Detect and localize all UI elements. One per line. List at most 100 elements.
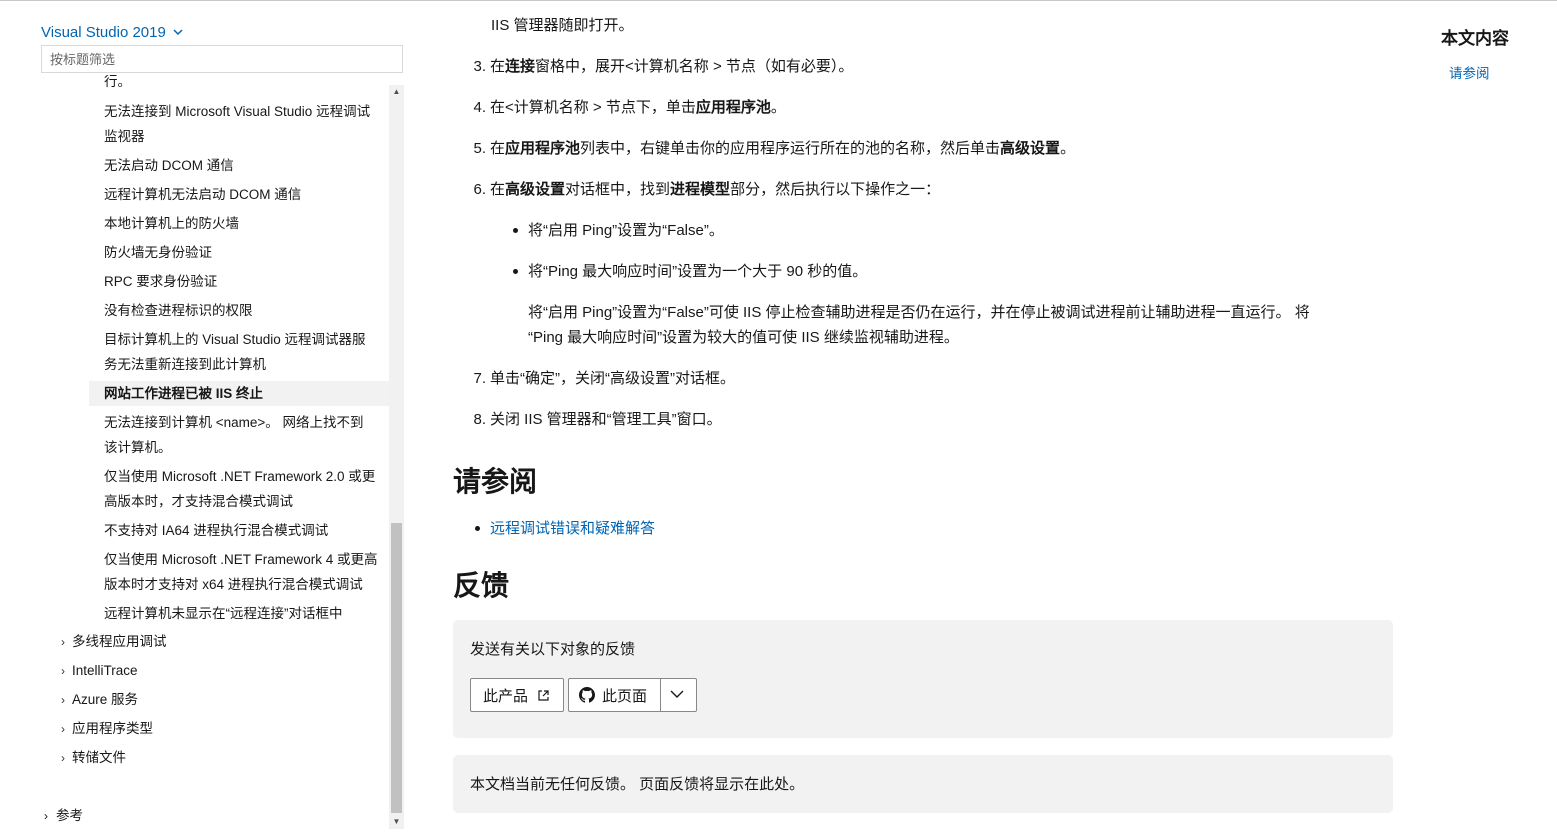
toc-item-partial: 行。 — [104, 75, 131, 89]
step-number: 6. — [473, 181, 486, 198]
chevron-down-icon — [173, 27, 183, 39]
intro-line: IIS 管理器随即打开。 — [491, 17, 634, 34]
toc-item[interactable]: › IntelliTrace — [61, 658, 381, 684]
ui-term: 连接 — [505, 58, 536, 75]
bullet-dot — [475, 526, 480, 531]
step-number: 5. — [473, 140, 486, 157]
chevron-right-icon: › — [61, 664, 65, 678]
toc-item-label: 应用程序类型 — [72, 721, 153, 736]
toc-item[interactable]: 防火墙无身份验证 — [89, 240, 389, 265]
in-this-article: 本文内容 请参阅 — [1441, 27, 1551, 81]
scroll-thumb[interactable] — [391, 523, 402, 813]
step-text: 在 — [490, 181, 506, 198]
step-text: 在 — [490, 58, 506, 75]
toc-item-label: 参考 — [56, 808, 83, 823]
chevron-down-icon[interactable] — [670, 690, 684, 699]
step-text: 窗格中，展开<计算机名称 > 节点（如有必要）。 — [535, 58, 854, 75]
filter-by-title-input[interactable] — [41, 45, 403, 73]
step-text: 在<计算机名称 > 节点下，单击 — [490, 99, 696, 116]
in-this-article-link-see-also[interactable]: 请参阅 — [1449, 62, 1490, 82]
toc-item[interactable]: 网站工作进程已被 IIS 终止 — [89, 381, 389, 406]
external-link-icon — [538, 689, 549, 701]
scroll-down-arrow-icon[interactable]: ▼ — [389, 815, 404, 829]
note-line: “Ping 最大响应时间”设置为较大的值可使 IIS 继续监视辅助进程。 — [528, 329, 959, 346]
toc-item-label: 防火墙无身份验证 — [104, 245, 212, 260]
toc-item-label: 监视器 — [104, 129, 145, 144]
step-number: 4. — [473, 99, 486, 116]
toc-item[interactable]: 仅当使用 Microsoft .NET Framework 4 或更高 版本时才支… — [89, 547, 389, 597]
toc-item-label: 目标计算机上的 Visual Studio 远程调试器服 — [104, 332, 366, 347]
toc-item[interactable]: 本地计算机上的防火墙 — [89, 211, 389, 236]
step-3: 在连接窗格中，展开<计算机名称 > 节点（如有必要）。 — [490, 54, 853, 79]
version-picker[interactable]: Visual Studio 2019 — [41, 24, 183, 41]
step-4: 在<计算机名称 > 节点下，单击应用程序池。 — [490, 95, 786, 120]
step-text: 部分，然后执行以下操作之一： — [730, 181, 941, 198]
toc-item[interactable]: 远程计算机无法启动 DCOM 通信 — [89, 182, 389, 207]
this-page-button[interactable]: 此页面 — [568, 678, 697, 712]
toc-item[interactable]: 远程计算机未显示在“远程连接”对话框中 — [89, 601, 389, 626]
step-8: 关闭 IIS 管理器和“管理工具”窗口。 — [490, 411, 722, 428]
toc-item-label: 高版本时，才支持混合模式调试 — [104, 494, 293, 509]
toc-item[interactable]: 目标计算机上的 Visual Studio 远程调试器服 务无法重新连接到此计算机 — [89, 327, 389, 377]
toc-item[interactable]: › 多线程应用调试 — [61, 629, 381, 655]
github-icon — [579, 687, 595, 703]
toc-tree: 行。 无法连接到 Microsoft Visual Studio 远程调试 监视器… — [41, 75, 389, 829]
step-text: 在 — [490, 140, 506, 157]
toc-item-label: 没有检查进程标识的权限 — [104, 303, 253, 318]
toc-item-label: 远程计算机无法启动 DCOM 通信 — [104, 187, 302, 202]
toc-item-label: 版本时才支持对 x64 进程执行混合模式调试 — [104, 577, 363, 592]
chevron-right-icon: › — [61, 635, 65, 649]
toc-item-label: 该计算机。 — [104, 440, 172, 455]
toc-item-label: Azure 服务 — [72, 692, 139, 707]
note-line: 将“启用 Ping”设置为“False”可使 IIS 停止检查辅助进程是否仍在运… — [528, 304, 1310, 321]
toc-item[interactable]: 没有检查进程标识的权限 — [89, 298, 389, 323]
ui-term: 高级设置 — [505, 181, 566, 198]
toc-item[interactable]: › 应用程序类型 — [61, 716, 381, 742]
ui-term: 高级设置 — [1000, 140, 1061, 157]
ui-term: 应用程序池 — [695, 99, 771, 116]
toc-item-label: RPC 要求身份验证 — [104, 274, 218, 289]
see-also-heading: 请参阅 — [453, 466, 538, 497]
step-7: 单击“确定”，关闭“高级设置”对话框。 — [490, 370, 735, 387]
toc-item-label: 网站工作进程已被 IIS 终止 — [104, 386, 264, 401]
toc-item[interactable]: RPC 要求身份验证 — [89, 269, 389, 294]
feedback-card: 发送有关以下对象的反馈 此产品 此页面 — [453, 620, 1393, 738]
remote-debugging-troubleshooting-link[interactable]: 远程调试错误和疑难解答 — [490, 516, 655, 541]
article-content: IIS 管理器随即打开。 3. 在连接窗格中，展开<计算机名称 > 节点（如有必要… — [453, 1, 1393, 838]
feedback-heading: 反馈 — [453, 570, 510, 601]
toc-scrollbar[interactable]: ▲ ▼ — [389, 85, 404, 829]
chevron-right-icon: › — [61, 722, 65, 736]
toc-item[interactable]: 仅当使用 Microsoft .NET Framework 2.0 或更 高版本时… — [89, 464, 389, 514]
bullet-dot — [513, 269, 518, 274]
toc-item[interactable]: › Azure 服务 — [61, 687, 381, 713]
bullet-item: 将“启用 Ping”设置为“False”。 — [528, 222, 724, 239]
toc-item[interactable]: 无法连接到计算机 <name>。 网络上找不到 该计算机。 — [89, 410, 389, 460]
toc-item-reference[interactable]: › 参考 — [44, 806, 83, 826]
toc-item[interactable]: › 转储文件 — [61, 745, 381, 771]
toc-item-label: 务无法重新连接到此计算机 — [104, 357, 266, 372]
toc-item[interactable]: 无法启动 DCOM 通信 — [89, 153, 389, 178]
step-number: 7. — [473, 370, 486, 387]
toc-item-label: 转储文件 — [72, 750, 126, 765]
scroll-up-arrow-icon[interactable]: ▲ — [389, 85, 404, 99]
ui-term: 进程模型 — [670, 181, 731, 198]
toc-item-label: 本地计算机上的防火墙 — [104, 216, 239, 231]
toc-item-label: 远程计算机未显示在“远程连接”对话框中 — [104, 606, 343, 621]
this-product-button[interactable]: 此产品 — [470, 678, 564, 712]
chevron-right-icon: › — [44, 809, 48, 823]
toc-item-label: 无法连接到 Microsoft Visual Studio 远程调试 — [104, 104, 371, 119]
step-number: 8. — [473, 411, 486, 428]
step-6: 在高级设置对话框中，找到进程模型部分，然后执行以下操作之一： — [490, 177, 940, 202]
toc-item[interactable]: 无法连接到 Microsoft Visual Studio 远程调试 监视器 — [89, 99, 389, 149]
toc-item-label: 仅当使用 Microsoft .NET Framework 4 或更高 — [104, 552, 378, 567]
step-text: 对话框中，找到 — [565, 181, 671, 198]
toc-item-label: IntelliTrace — [72, 663, 138, 678]
ui-term: 应用程序池 — [505, 140, 581, 157]
button-label: 此产品 — [483, 687, 529, 705]
button-label: 此页面 — [602, 687, 648, 705]
toc-sidebar: Visual Studio 2019 行。 无法连接到 Microsoft Vi… — [0, 1, 406, 838]
toc-item[interactable]: 不支持对 IA64 进程执行混合模式调试 — [89, 518, 389, 543]
step-text: 列表中，右键单击你的应用程序运行所在的池的名称，然后单击 — [580, 140, 1001, 157]
step-number: 3. — [473, 58, 486, 75]
toc-item-label: 无法连接到计算机 <name>。 网络上找不到 — [104, 415, 364, 430]
